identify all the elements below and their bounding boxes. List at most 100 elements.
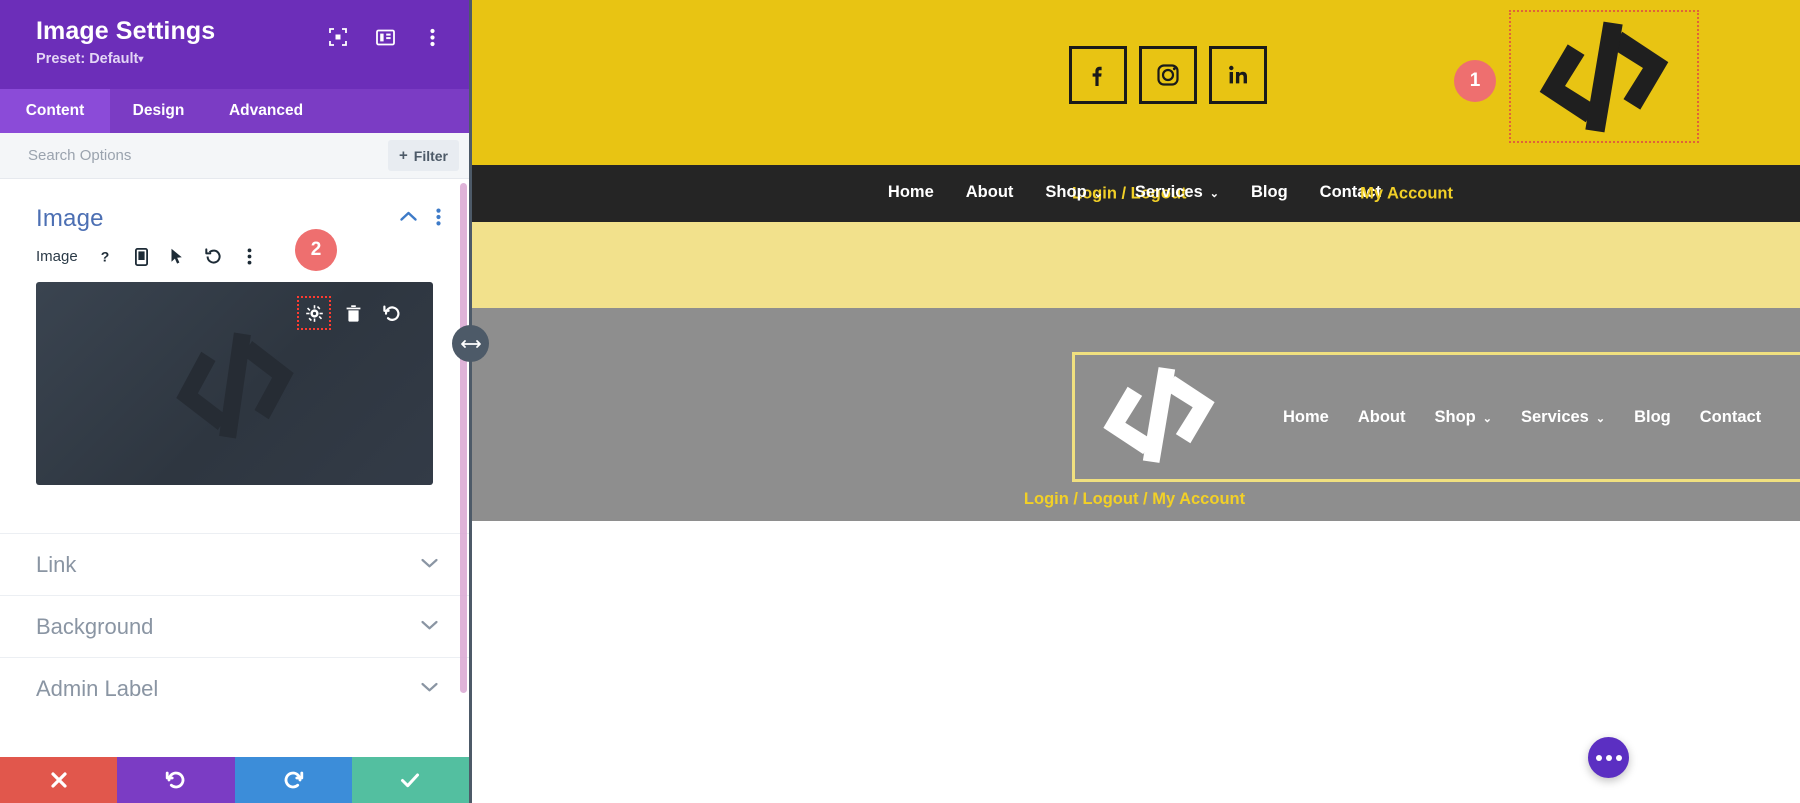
nav-label: Shop (1045, 182, 1087, 201)
image-settings-panel: Image Settings Preset: Default▾ Content … (0, 0, 469, 803)
nav-item-services[interactable]: Services ⌄ (1135, 183, 1219, 202)
cursor-icon[interactable] (169, 247, 186, 266)
more-vertical-icon[interactable] (421, 26, 443, 48)
section-background[interactable]: Background (0, 595, 469, 657)
svg-text:?: ? (101, 249, 110, 265)
nav-item-home[interactable]: Home (888, 183, 934, 202)
arrows-horizontal-icon (460, 339, 481, 348)
gray-nav-item-blog[interactable]: Blog (1634, 408, 1671, 427)
plus-icon: + (399, 147, 408, 164)
resize-knob[interactable] (452, 325, 489, 362)
chevron-down-icon: ⌄ (1595, 412, 1606, 425)
code-logo-dark (165, 325, 305, 450)
gray-nav-item-contact[interactable]: Contact (1700, 408, 1761, 427)
undo-icon (165, 771, 185, 789)
chevron-up-icon[interactable] (399, 210, 418, 228)
panel-body: Image Image ? Link Background Admin Labe… (0, 179, 469, 757)
site-preview: 1 HIRE ME! Login / Logout Home About Sho… (469, 0, 1800, 803)
scrollbar-thumb[interactable] (460, 183, 467, 693)
section-title: Image (36, 205, 104, 232)
gray-nav-item-shop[interactable]: Shop ⌄ (1435, 408, 1492, 427)
linkedin-icon[interactable] (1209, 46, 1267, 104)
facebook-icon[interactable] (1069, 46, 1127, 104)
nav-item-blog[interactable]: Blog (1251, 183, 1288, 202)
code-logo-white (1095, 365, 1223, 470)
panel-header-icons (327, 14, 443, 48)
reset-icon[interactable] (205, 247, 222, 266)
section-background-label: Background (36, 613, 154, 639)
image-field-row: Image ? (0, 241, 469, 270)
nav-label: Services (1134, 182, 1203, 201)
gray-login-links[interactable]: Login / Logout / My Account (1024, 490, 1245, 509)
trash-icon[interactable] (338, 298, 368, 328)
annotation-badge-2: 2 (295, 229, 337, 271)
dot-icon (1595, 754, 1602, 761)
nav-label: Blog (1251, 182, 1288, 201)
section-link-label: Link (36, 551, 77, 577)
nav-menu: Home About Shop ⌄ Services ⌄ Blog Contact (888, 183, 1381, 202)
search-bar: + Filter (0, 133, 469, 179)
dot-icon (1605, 754, 1612, 761)
builder-screen: Image Settings Preset: Default▾ Content … (0, 0, 1800, 803)
dot-icon (1615, 754, 1622, 761)
header-logo-module[interactable] (1509, 10, 1699, 143)
filter-button[interactable]: + Filter (388, 140, 459, 171)
gray-nav-item-services[interactable]: Services ⌄ (1521, 408, 1605, 427)
panel-title-group: Image Settings Preset: Default▾ (36, 14, 215, 69)
site-band: HIRE ME! (469, 222, 1800, 308)
gray-nav-item-about[interactable]: About (1358, 408, 1406, 427)
tab-content[interactable]: Content (0, 89, 110, 133)
preset-selector[interactable]: Preset: Default▾ (36, 51, 215, 69)
instagram-icon[interactable] (1139, 46, 1197, 104)
redo-button[interactable] (234, 757, 352, 803)
section-more-vertical-icon[interactable] (436, 208, 441, 231)
gray-nav-item-home[interactable]: Home (1283, 408, 1329, 427)
nav-label: Blog (1634, 407, 1671, 426)
nav-label: About (1357, 407, 1406, 426)
field-more-vertical-icon[interactable] (241, 247, 258, 266)
mobile-icon[interactable] (133, 247, 150, 266)
chevron-down-icon[interactable] (420, 680, 439, 698)
layout-split-icon[interactable] (374, 26, 396, 48)
panel-scrollbar[interactable] (460, 179, 467, 757)
nav-item-about[interactable]: About (966, 183, 1014, 202)
nav-item-shop[interactable]: Shop ⌄ (1045, 183, 1102, 202)
save-button[interactable] (351, 757, 469, 803)
nav-label: Home (887, 182, 934, 201)
panel-header: Image Settings Preset: Default▾ (0, 0, 469, 89)
chevron-down-icon[interactable] (420, 618, 439, 636)
chevron-down-icon: ⌄ (1482, 412, 1492, 425)
nav-label: Contact (1699, 407, 1762, 426)
undo-icon[interactable] (377, 298, 407, 328)
cancel-button[interactable] (0, 757, 118, 803)
tab-design[interactable]: Design (110, 89, 207, 133)
gray-nav-menu: Home About Shop ⌄ Services ⌄ Blog Contact (1283, 408, 1761, 427)
image-preview[interactable] (36, 282, 433, 485)
section-header-image: Image (0, 179, 469, 241)
search-input[interactable] (28, 147, 380, 164)
help-icon[interactable]: ? (97, 247, 114, 266)
site-gray-section: Home About Shop ⌄ Services ⌄ Blog Contact … (469, 308, 1800, 521)
site-top-bar: 1 HIRE ME! (469, 0, 1800, 165)
chevron-down-icon[interactable] (420, 556, 439, 574)
section-link[interactable]: Link (0, 533, 469, 595)
section-admin-label[interactable]: Admin Label (0, 657, 469, 719)
chevron-down-icon: ⌄ (1093, 187, 1103, 200)
annotation-badge-1: 1 (1454, 60, 1496, 102)
filter-button-label: Filter (413, 147, 448, 164)
more-options-fab[interactable] (1588, 737, 1629, 778)
panel-action-bar (0, 757, 469, 803)
social-links (1069, 46, 1267, 104)
focus-target-icon[interactable] (327, 26, 349, 48)
undo-button[interactable] (117, 757, 235, 803)
section-admin-label-label: Admin Label (36, 675, 159, 701)
gray-nav-module[interactable]: Home About Shop ⌄ Services ⌄ Blog Contact (1072, 352, 1800, 482)
check-icon (401, 773, 420, 788)
nav-my-account[interactable]: My Account (1360, 184, 1453, 203)
nav-label: Shop (1434, 407, 1476, 426)
close-icon (51, 772, 67, 788)
chevron-down-icon: ⌄ (1209, 187, 1219, 200)
image-preview-tools (297, 296, 407, 330)
tab-advanced[interactable]: Advanced (207, 89, 325, 133)
gear-icon[interactable] (297, 296, 331, 330)
